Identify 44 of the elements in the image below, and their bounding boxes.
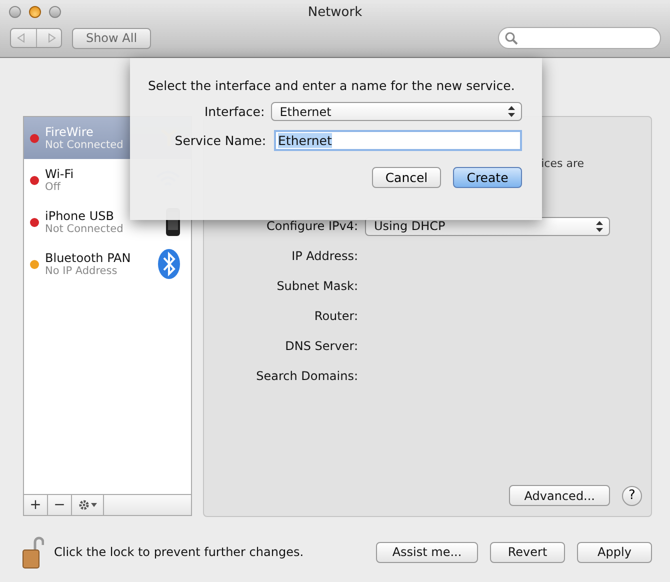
service-status: Not Connected [45,139,124,151]
service-status: Not Connected [45,223,124,235]
lock-message: Click the lock to prevent further changes. [54,545,304,559]
gear-icon [78,499,98,511]
field-label: Subnet Mask: [276,279,358,293]
list-button[interactable]: − [48,495,72,515]
list-button[interactable]: + [24,495,48,515]
footer-button[interactable]: Revert [490,542,565,562]
forward-icon [48,33,56,43]
service-name: FireWire [45,125,94,139]
service-name: Wi-Fi [45,167,75,181]
sheet-prompt: Select the interface and enter a name for the new service. [148,78,516,93]
field-label: IP Address: [290,249,358,263]
updown-icon [508,106,515,117]
search-field[interactable] [498,27,661,49]
interface-dropdown[interactable]: Ethernet [270,102,522,121]
back-icon [16,33,24,43]
search-icon [505,32,518,44]
bluetooth-icon [157,248,181,280]
show-all-button[interactable]: Show All [72,28,151,48]
window-title: Network [308,4,362,20]
sheet-button[interactable]: Create [453,167,522,188]
field-label: Interface: [204,104,265,119]
field-label: Router: [313,309,358,323]
close-button[interactable] [9,6,21,18]
service-name: Bluetooth PAN [45,251,132,265]
advanced-button[interactable]: Advanced... [509,485,610,506]
footer-button[interactable]: Assist me... [376,542,478,562]
field-label: DNS Server: [284,339,358,353]
back-forward-buttons[interactable] [10,28,62,48]
minimize-button[interactable] [29,6,41,18]
service-name-field[interactable]: Ethernet [274,130,522,151]
footer-button[interactable]: Apply [577,542,652,562]
updown-icon [596,220,603,232]
service-status: No IP Address [45,265,118,277]
field-label: Search Domains: [255,369,358,383]
service-name: iPhone USB [45,209,115,223]
service-status: Off [45,181,62,193]
sheet-button[interactable]: Cancel [372,167,441,188]
service-item[interactable]: Bluetooth PAN No IP Address [24,243,191,285]
help-button[interactable]: ? [622,486,642,506]
zoom-button[interactable] [49,6,61,18]
field-label: Configure IPv4: [265,219,358,233]
status-text: ices are [541,157,584,172]
